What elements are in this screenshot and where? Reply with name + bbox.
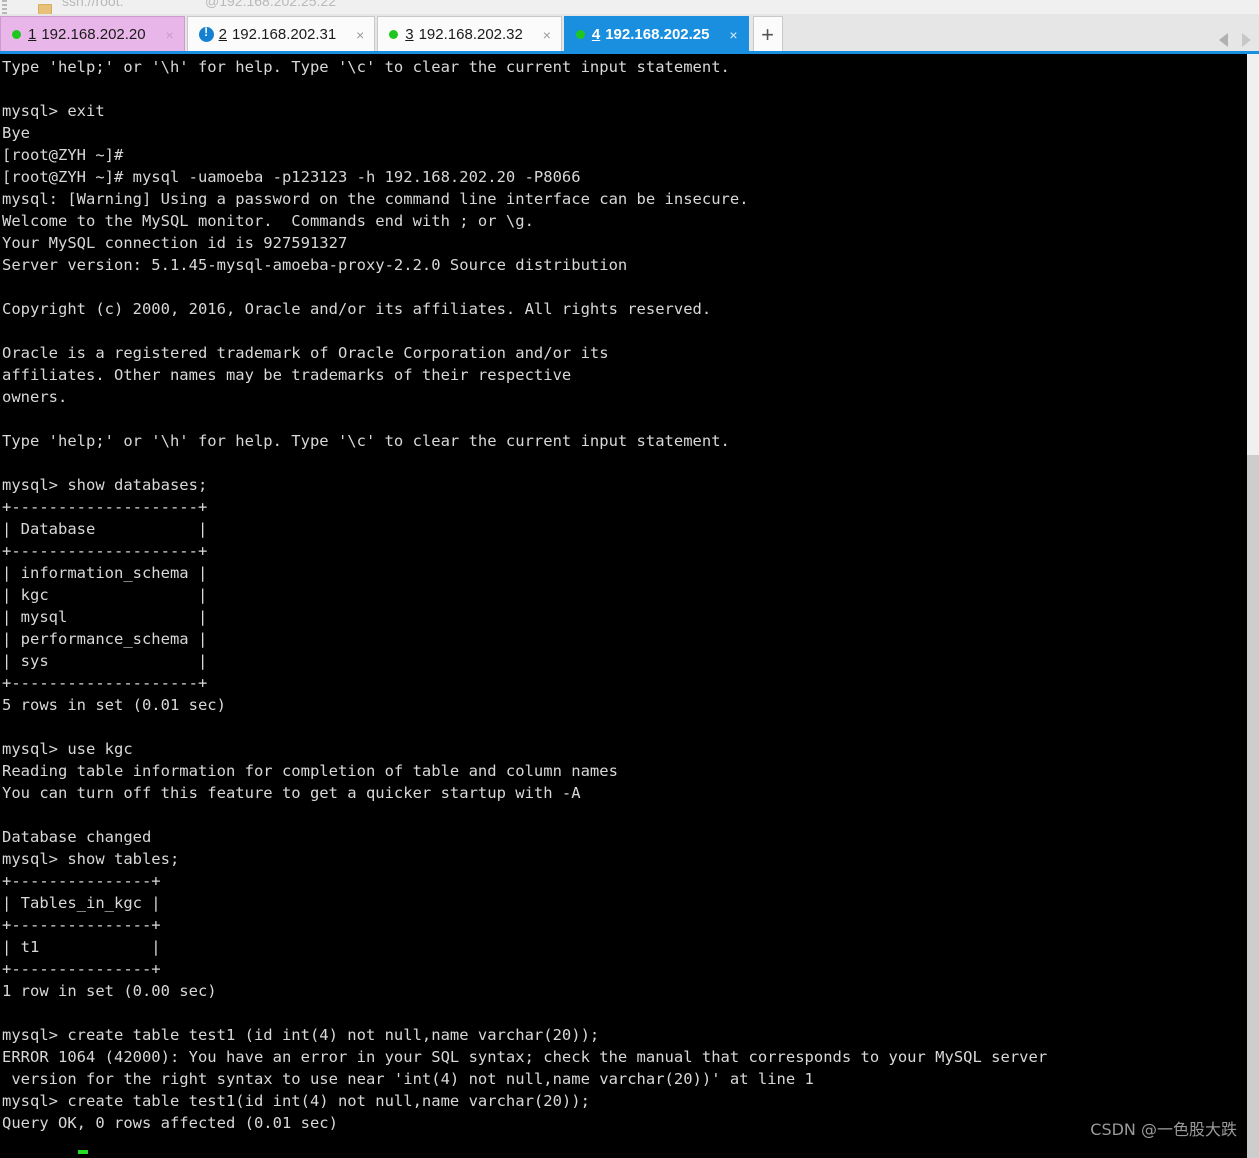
- terminal-pane[interactable]: Type 'help;' or '\h' for help. Type '\c'…: [0, 54, 1247, 1158]
- terminal-line: | information_schema |: [2, 564, 208, 582]
- terminal-line: [root@ZYH ~]#: [2, 146, 124, 164]
- tab-label: 192.168.202.20: [41, 26, 146, 43]
- window-title-strip: ssh://root: @192.168.202.25:22: [0, 0, 1259, 14]
- green-dot-icon: [575, 30, 585, 39]
- terminal-line: Query OK, 0 rows affected (0.01 sec): [2, 1114, 338, 1132]
- terminal-line: +--------------------+: [2, 542, 208, 560]
- terminal-line: Reading table information for completion…: [2, 762, 618, 780]
- terminal-line: Copyright (c) 2000, 2016, Oracle and/or …: [2, 300, 712, 318]
- terminal-line: | kgc |: [2, 586, 208, 604]
- tab-list: 1 192.168.202.20 × 2 192.168.202.31 × 3 …: [0, 16, 783, 54]
- terminal-line: Server version: 5.1.45-mysql-amoeba-prox…: [2, 256, 628, 274]
- terminal-line: | sys |: [2, 652, 208, 670]
- tab-label: 192.168.202.25: [605, 26, 710, 43]
- close-icon[interactable]: ×: [352, 28, 368, 42]
- terminal-line: owners.: [2, 388, 68, 406]
- vertical-scrollbar-thumb[interactable]: [1247, 455, 1259, 1158]
- terminal-line: | performance_schema |: [2, 630, 208, 648]
- terminal-line: [root@ZYH ~]# mysql -uamoeba -p123123 -h…: [2, 168, 581, 186]
- new-tab-button[interactable]: +: [752, 16, 783, 52]
- terminal-line: | Tables_in_kgc |: [2, 894, 161, 912]
- terminal-line: +--------------------+: [2, 498, 208, 516]
- session-tab-3[interactable]: 3 192.168.202.32 ×: [377, 16, 562, 52]
- terminal-line: Type 'help;' or '\h' for help. Type '\c'…: [2, 58, 730, 76]
- tab-label: 192.168.202.31: [231, 26, 337, 43]
- tab-nav-arrows: [1219, 33, 1251, 47]
- close-icon[interactable]: ×: [162, 28, 178, 42]
- terminal-line: Welcome to the MySQL monitor. Commands e…: [2, 212, 534, 230]
- terminal-line: | mysql |: [2, 608, 208, 626]
- terminal-line: mysql> show databases;: [2, 476, 208, 494]
- window-title-left: ssh://root:: [62, 0, 124, 9]
- terminal-line: ERROR 1064 (42000): You have an error in…: [2, 1048, 1048, 1066]
- terminal-line: +--------------------+: [2, 674, 208, 692]
- terminal-line: Oracle is a registered trademark of Orac…: [2, 344, 609, 362]
- terminal-app-window: ssh://root: @192.168.202.25:22 1 192.168…: [0, 0, 1259, 1158]
- terminal-line: 1 row in set (0.00 sec): [2, 982, 217, 1000]
- terminal-line: | t1 |: [2, 938, 161, 956]
- green-dot-icon: [389, 30, 399, 39]
- terminal-line: Your MySQL connection id is 927591327: [2, 234, 348, 252]
- chevron-right-icon[interactable]: [1242, 33, 1251, 47]
- close-icon[interactable]: ×: [539, 28, 555, 42]
- terminal-line: 5 rows in set (0.01 sec): [2, 696, 226, 714]
- session-tab-4[interactable]: 4 192.168.202.25 ×: [563, 16, 749, 52]
- terminal-line: mysql> show tables;: [2, 850, 180, 868]
- terminal-line: Type 'help;' or '\h' for help. Type '\c'…: [2, 432, 730, 450]
- vertical-scrollbar-track[interactable]: [1247, 54, 1259, 1158]
- tab-number: 2: [218, 26, 227, 43]
- terminal-line: Bye: [2, 124, 30, 142]
- close-icon[interactable]: ×: [726, 28, 742, 42]
- tab-bar: 1 192.168.202.20 × 2 192.168.202.31 × 3 …: [0, 14, 1259, 54]
- terminal-line: | Database |: [2, 520, 208, 538]
- terminal-line: mysql> create table test1 (id int(4) not…: [2, 1026, 600, 1044]
- tab-number: 1: [28, 26, 37, 43]
- terminal-output: Type 'help;' or '\h' for help. Type '\c'…: [0, 54, 1247, 1134]
- folder-icon: [38, 4, 52, 14]
- session-tab-2[interactable]: 2 192.168.202.31 ×: [186, 16, 376, 52]
- drag-handle-dots-icon: [2, 0, 7, 14]
- terminal-line: mysql> exit: [2, 102, 105, 120]
- tab-label: 192.168.202.32: [418, 26, 523, 43]
- terminal-line: You can turn off this feature to get a q…: [2, 784, 581, 802]
- terminal-line: mysql: [Warning] Using a password on the…: [2, 190, 749, 208]
- terminal-cursor: [78, 1150, 88, 1154]
- tab-number: 3: [405, 26, 414, 43]
- terminal-line: mysql> use kgc: [2, 740, 133, 758]
- terminal-line: +---------------+: [2, 916, 161, 934]
- green-dot-icon: [12, 30, 21, 39]
- terminal-line: Database changed: [2, 828, 152, 846]
- window-title-right: @192.168.202.25:22: [205, 0, 336, 9]
- terminal-line: +---------------+: [2, 960, 161, 978]
- session-tab-1[interactable]: 1 192.168.202.20 ×: [0, 16, 185, 52]
- terminal-line: mysql> create table test1(id int(4) not …: [2, 1092, 590, 1110]
- terminal-line: +---------------+: [2, 872, 161, 890]
- terminal-line: version for the right syntax to use near…: [2, 1070, 814, 1088]
- info-alert-icon: [198, 25, 214, 42]
- chevron-left-icon[interactable]: [1219, 33, 1228, 47]
- watermark-text: CSDN @一色股大跌: [1090, 1120, 1237, 1139]
- tab-number: 4: [591, 26, 601, 43]
- terminal-line: affiliates. Other names may be trademark…: [2, 366, 572, 384]
